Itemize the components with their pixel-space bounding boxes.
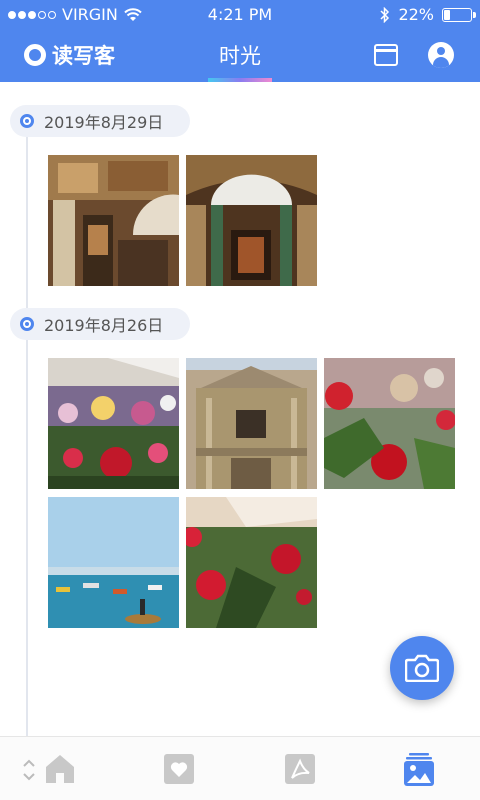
status-right: 22%	[380, 5, 476, 24]
date-header: 2019年8月26日	[10, 308, 190, 340]
camera-button[interactable]	[390, 636, 454, 700]
calendar-icon[interactable]	[374, 44, 398, 66]
red-roses-photo[interactable]	[324, 358, 455, 489]
harbor-boats-photo[interactable]	[48, 497, 179, 628]
date-label: 2019年8月26日	[44, 316, 164, 335]
tab-home[interactable]	[44, 753, 76, 785]
battery-percent: 22%	[398, 5, 434, 24]
bottom-tab-bar	[0, 736, 480, 800]
date-label: 2019年8月29日	[44, 113, 164, 132]
church-altar-photo[interactable]	[186, 155, 317, 286]
nav-actions	[374, 42, 454, 68]
page-title[interactable]: 时光	[190, 40, 290, 70]
timeline-line	[26, 106, 28, 736]
battery-fill	[444, 9, 450, 20]
pdf-icon	[285, 754, 315, 784]
camera-icon	[405, 654, 439, 682]
heart-icon	[164, 754, 194, 784]
home-icon	[46, 755, 74, 783]
bluetooth-icon	[380, 6, 390, 23]
church-interior-photo[interactable]	[48, 155, 179, 286]
market-roses-photo[interactable]	[186, 497, 317, 628]
nav-bar: 读写客 时光	[0, 30, 480, 82]
brand-logo-icon	[24, 44, 46, 66]
gallery-icon	[404, 753, 434, 786]
battery-icon	[442, 7, 476, 22]
tab-gallery[interactable]	[403, 753, 435, 787]
flower-market-photo[interactable]	[48, 358, 179, 489]
date-header: 2019年8月29日	[10, 105, 190, 137]
timeline-dot-icon	[20, 317, 34, 331]
tab-pdf[interactable]	[284, 753, 316, 785]
brand-name: 读写客	[52, 44, 115, 68]
user-icon[interactable]	[428, 42, 454, 68]
title-tab-indicator	[208, 78, 272, 82]
brand[interactable]: 读写客	[24, 40, 115, 70]
timeline-dot-icon	[20, 114, 34, 128]
expand-collapse-icon[interactable]	[22, 757, 36, 783]
church-facade-photo[interactable]	[186, 358, 317, 489]
status-bar: VIRGIN 4:21 PM 22%	[0, 0, 480, 30]
tab-favorites[interactable]	[163, 753, 195, 785]
